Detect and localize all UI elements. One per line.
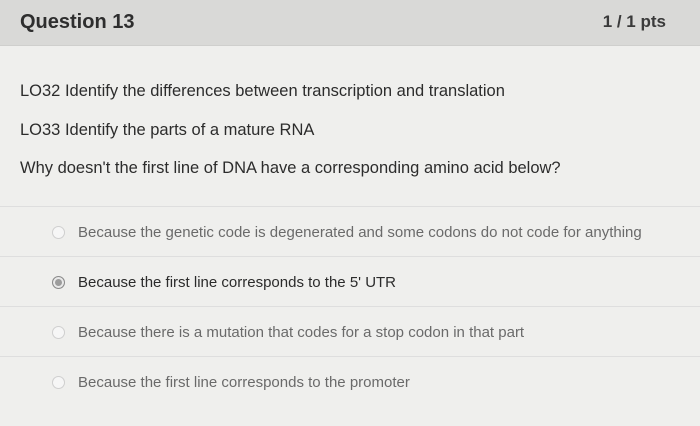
answer-option-2[interactable]: Because the first line corresponds to th… [0,256,700,306]
answer-option-4[interactable]: Because the first line corresponds to th… [0,356,700,406]
points-score: 1 / 1 pts [602,12,666,31]
answer-text-3: Because there is a mutation that codes f… [78,324,525,341]
learning-objective-lo32: LO32 Identify the differences between tr… [20,82,505,100]
question-prompt: Why doesn't the first line of DNA have a… [20,159,561,177]
radio-button-2-selected[interactable] [52,276,65,289]
radio-button-1[interactable] [52,226,65,239]
answer-text-2: Because the first line corresponds to th… [78,274,397,291]
radio-button-3[interactable] [52,326,65,339]
answer-text-4: Because the first line corresponds to th… [78,374,410,391]
answer-option-1[interactable]: Because the genetic code is degenerated … [0,206,700,256]
learning-objective-lo33: LO33 Identify the parts of a mature RNA [20,121,315,139]
radio-button-4[interactable] [52,376,65,389]
question-title: Question 13 [20,11,135,33]
answer-text-1: Because the genetic code is degenerated … [78,224,642,241]
question-header: Question 13 1 / 1 pts [0,0,700,46]
answer-list: Because the genetic code is degenerated … [0,206,700,406]
answer-option-3[interactable]: Because there is a mutation that codes f… [0,306,700,356]
